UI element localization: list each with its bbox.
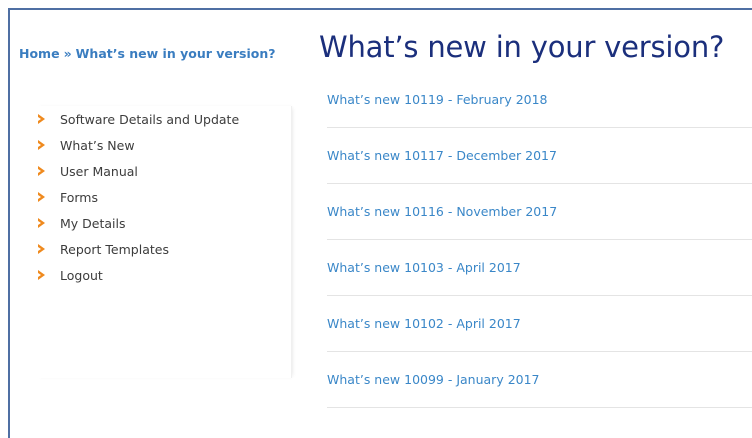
- breadcrumb-current[interactable]: What’s new in your version?: [76, 46, 276, 61]
- orange-arrow-icon: [38, 218, 45, 228]
- whats-new-link[interactable]: What’s new 10117 - December 2017: [327, 148, 557, 163]
- sidebar-item-label: My Details: [60, 215, 126, 231]
- sidebar-item-label: User Manual: [60, 163, 138, 179]
- sidebar-item-user-manual[interactable]: User Manual: [36, 158, 291, 184]
- orange-arrow-icon: [38, 114, 45, 124]
- sidebar-item-my-details[interactable]: My Details: [36, 210, 291, 236]
- orange-arrow-icon: [38, 166, 45, 176]
- sidebar-item-software-details[interactable]: Software Details and Update: [36, 106, 291, 132]
- whats-new-list: What’s new 10119 - February 2018 What’s …: [327, 72, 752, 408]
- list-item: What’s new 10099 - January 2017: [327, 352, 752, 408]
- sidebar-item-report-templates[interactable]: Report Templates: [36, 236, 291, 262]
- sidebar: Software Details and Update What’s New U…: [36, 106, 292, 378]
- breadcrumb: Home» What’s new in your version?: [19, 46, 276, 61]
- page-title: What’s new in your version?: [319, 30, 725, 64]
- breadcrumb-home-link[interactable]: Home: [19, 46, 60, 61]
- sidebar-item-label: Report Templates: [60, 241, 169, 257]
- orange-arrow-icon: [38, 192, 45, 202]
- orange-arrow-icon: [38, 140, 45, 150]
- breadcrumb-separator: »: [63, 46, 72, 61]
- sidebar-item-logout[interactable]: Logout: [36, 262, 291, 288]
- list-item: What’s new 10117 - December 2017: [327, 128, 752, 184]
- orange-arrow-icon: [38, 244, 45, 254]
- list-item: What’s new 10102 - April 2017: [327, 296, 752, 352]
- sidebar-item-label: Software Details and Update: [60, 111, 240, 127]
- sidebar-nav-list: Software Details and Update What’s New U…: [36, 106, 291, 288]
- whats-new-link[interactable]: What’s new 10116 - November 2017: [327, 204, 557, 219]
- sidebar-item-whats-new[interactable]: What’s New: [36, 132, 291, 158]
- list-item: What’s new 10119 - February 2018: [327, 72, 752, 128]
- whats-new-link[interactable]: What’s new 10102 - April 2017: [327, 316, 521, 331]
- list-item: What’s new 10103 - April 2017: [327, 240, 752, 296]
- whats-new-link[interactable]: What’s new 10119 - February 2018: [327, 92, 548, 107]
- whats-new-link[interactable]: What’s new 10099 - January 2017: [327, 372, 540, 387]
- sidebar-item-forms[interactable]: Forms: [36, 184, 291, 210]
- sidebar-item-label: What’s New: [60, 137, 135, 153]
- whats-new-link[interactable]: What’s new 10103 - April 2017: [327, 260, 521, 275]
- sidebar-item-label: Logout: [60, 267, 103, 283]
- orange-arrow-icon: [38, 270, 45, 280]
- sidebar-item-label: Forms: [60, 189, 99, 205]
- list-item: What’s new 10116 - November 2017: [327, 184, 752, 240]
